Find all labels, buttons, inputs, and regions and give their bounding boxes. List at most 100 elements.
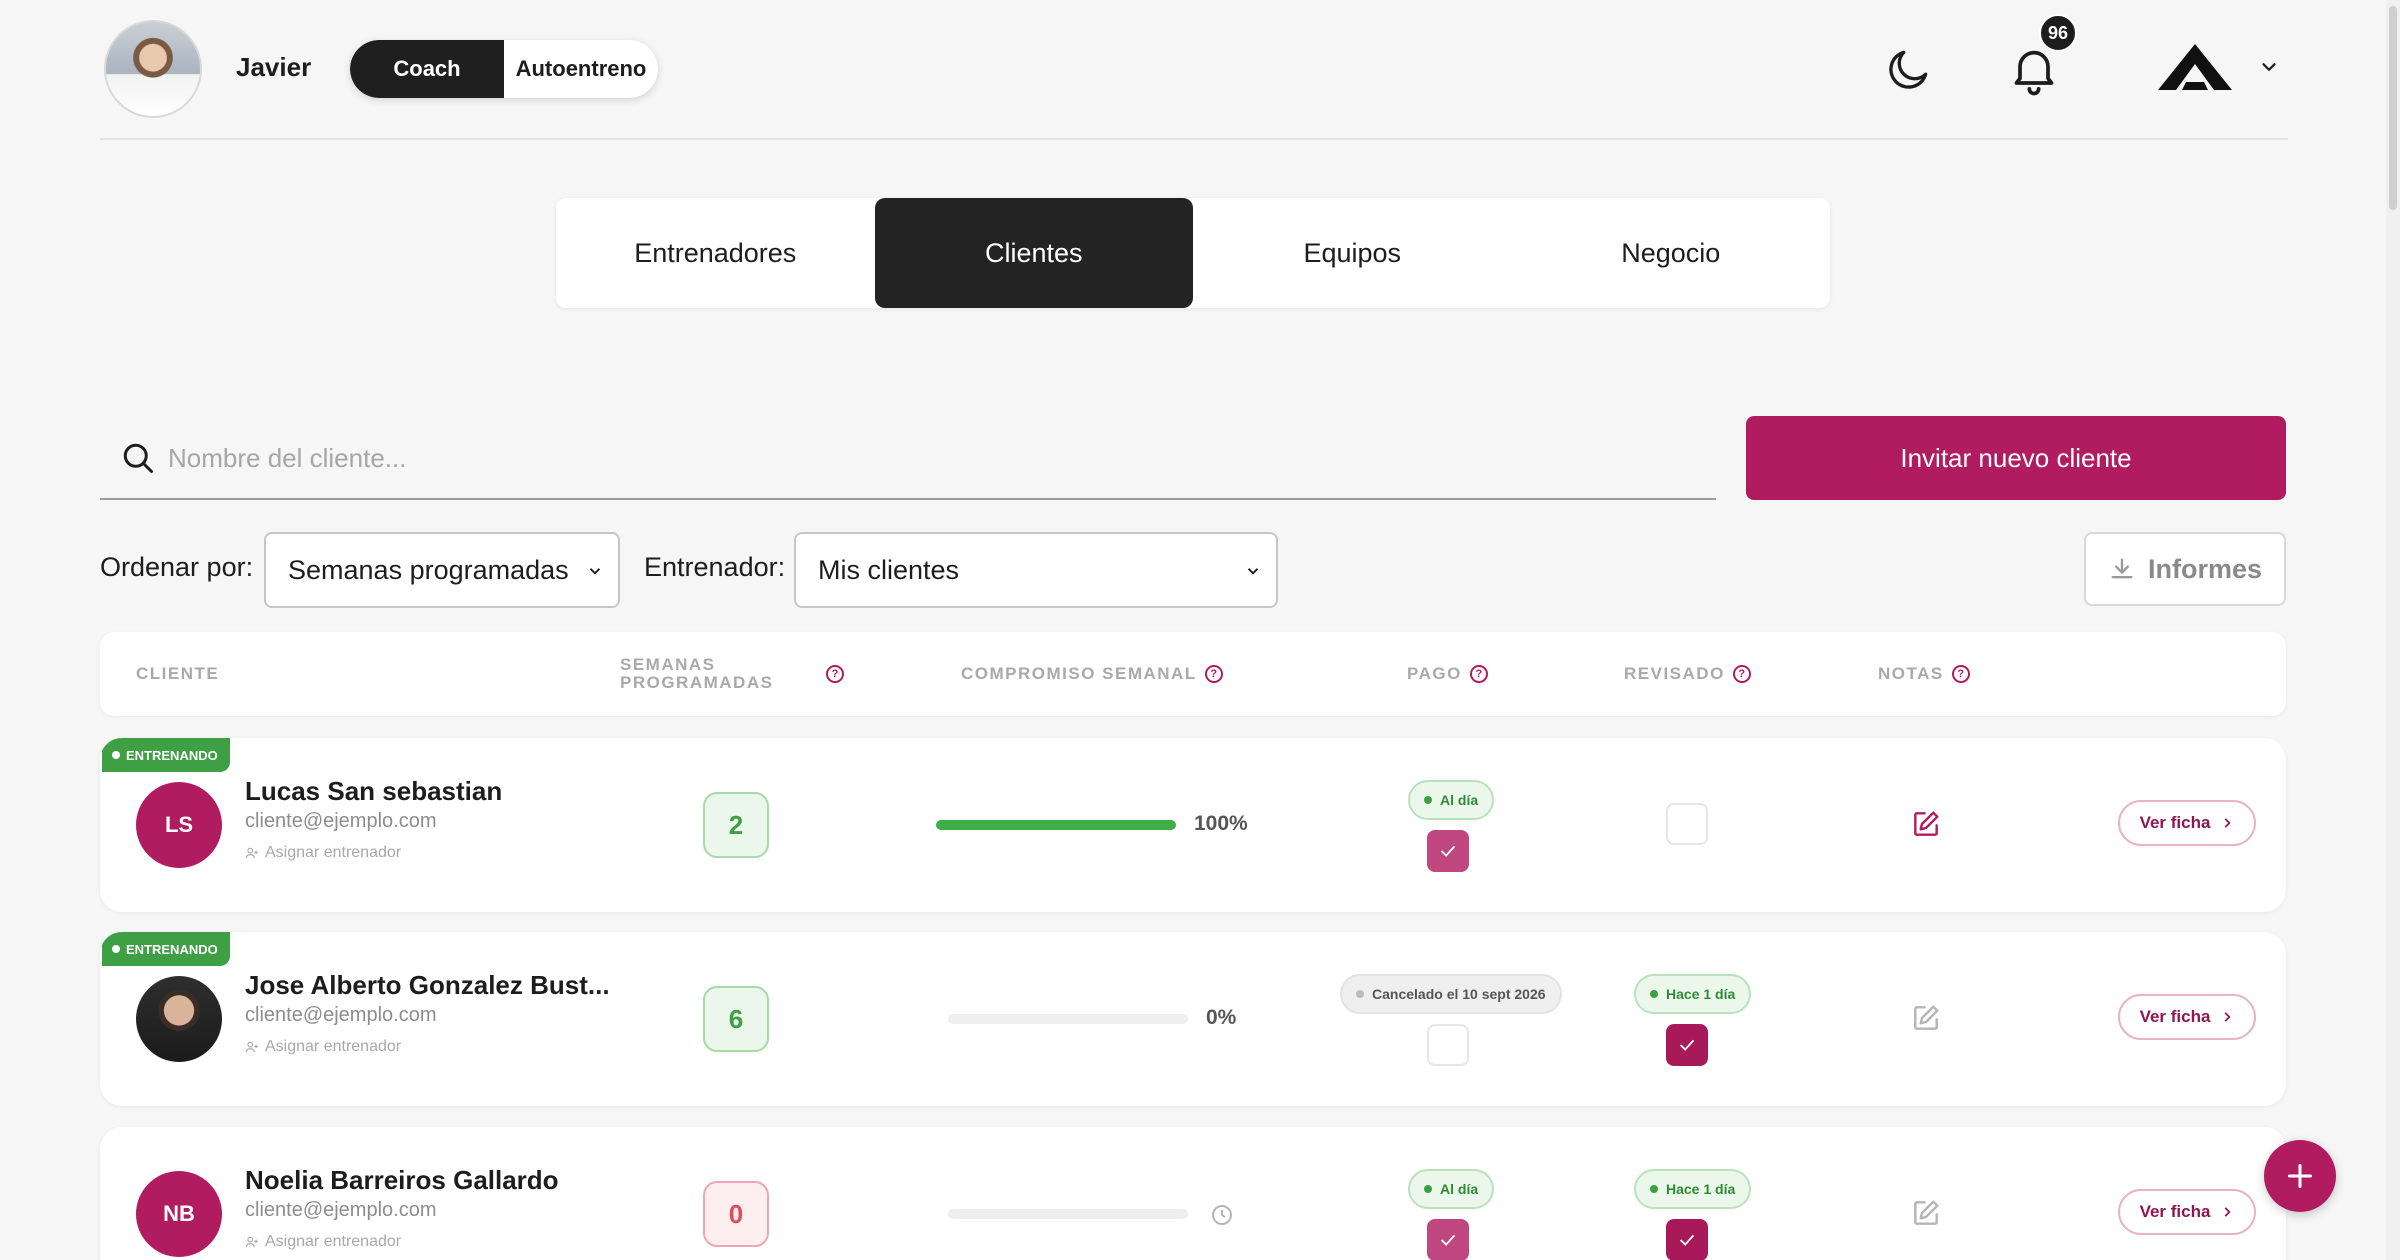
reviewed-status-label: Hace 1 día (1666, 986, 1736, 1002)
view-profile-button[interactable]: Ver ficha (2118, 1189, 2256, 1235)
client-email: cliente@ejemplo.com (245, 810, 437, 832)
tab-clientes[interactable]: Clientes (874, 198, 1193, 308)
th-weeks-line1: SEMANAS (620, 655, 716, 674)
tab-equipos[interactable]: Equipos (1193, 198, 1512, 308)
tab-negocio[interactable]: Negocio (1512, 198, 1831, 308)
table-row[interactable]: ENTRENANDO LS Lucas San sebastian client… (100, 738, 2286, 912)
user-plus-icon (245, 1041, 258, 1053)
payment-status-pill: Al día (1408, 1169, 1495, 1209)
reviewed-checkbox[interactable] (1666, 1024, 1708, 1066)
chevron-down-icon (1247, 568, 1259, 575)
trainer-select-value: Mis clientes (818, 554, 960, 585)
payment-status-pill: Al día (1408, 780, 1495, 820)
scrollbar-thumb[interactable] (2389, 6, 2397, 210)
table-row[interactable]: NB Noelia Barreiros Gallardo cliente@eje… (100, 1127, 2286, 1260)
th-client: CLIENTE (136, 664, 220, 683)
payment-checkbox[interactable] (1427, 830, 1469, 872)
user-avatar[interactable] (104, 20, 202, 118)
th-weeks: SEMANAS PROGRAMADAS (620, 656, 773, 692)
check-icon (1679, 1039, 1695, 1051)
edit-icon[interactable] (1910, 808, 1942, 840)
commitment-bar-fill (936, 820, 1176, 830)
sort-select-value: Semanas programadas (288, 554, 569, 585)
commitment-bar (936, 820, 1176, 830)
client-email: cliente@ejemplo.com (245, 1199, 437, 1221)
assign-trainer-link[interactable]: Asignar entrenador (245, 844, 401, 862)
clock-icon (1212, 1205, 1232, 1225)
th-reviewed-label: REVISADO (1624, 664, 1725, 683)
trainer-select[interactable]: Mis clientes (794, 532, 1278, 608)
reviewed-status-pill: Hace 1 día (1634, 1169, 1752, 1209)
status-badge: ENTRENANDO (102, 738, 230, 772)
moon-icon[interactable] (1884, 44, 1934, 94)
payment-status-pill: Cancelado el 10 sept 2026 (1340, 974, 1562, 1014)
edit-icon[interactable] (1910, 1197, 1942, 1229)
assign-trainer-label: Asignar entrenador (265, 1038, 402, 1055)
status-badge-label: ENTRENANDO (126, 941, 218, 957)
view-profile-button[interactable]: Ver ficha (2118, 994, 2256, 1040)
th-payment: PAGO ? (1407, 664, 1488, 684)
invite-client-button[interactable]: Invitar nuevo cliente (1746, 416, 2286, 500)
edit-icon[interactable] (1910, 1002, 1942, 1034)
weeks-count: 0 (703, 1181, 769, 1247)
user-plus-icon (245, 1236, 258, 1248)
chevron-down-icon (589, 568, 601, 575)
assign-trainer-link[interactable]: Asignar entrenador (245, 1038, 401, 1056)
mode-toggle[interactable]: Coach Autoentreno (350, 40, 658, 98)
th-reviewed: REVISADO ? (1624, 664, 1751, 684)
download-icon (2111, 558, 2133, 579)
payment-status-label: Cancelado el 10 sept 2026 (1372, 986, 1546, 1002)
commitment-bar (948, 1014, 1188, 1024)
th-commitment-label: COMPROMISO SEMANAL (961, 664, 1197, 683)
reviewed-checkbox[interactable] (1666, 803, 1708, 845)
search-input[interactable] (168, 430, 1688, 486)
sort-select[interactable]: Semanas programadas (264, 532, 620, 608)
commitment-bar (948, 1209, 1188, 1219)
view-profile-label: Ver ficha (2139, 813, 2211, 832)
mode-autoentreno-button[interactable]: Autoentreno (504, 40, 658, 98)
view-profile-label: Ver ficha (2139, 1007, 2211, 1026)
question-icon[interactable]: ? (826, 665, 844, 683)
payment-checkbox[interactable] (1427, 1219, 1469, 1260)
question-icon[interactable]: ? (1204, 665, 1223, 683)
plus-icon (2288, 1164, 2312, 1188)
assign-trainer-link[interactable]: Asignar entrenador (245, 1233, 401, 1251)
avatar: LS (136, 782, 222, 868)
chevron-down-icon[interactable] (2258, 56, 2280, 78)
client-name: Lucas San sebastian (245, 776, 503, 806)
commitment-percent: 100% (1194, 812, 1248, 835)
avatar: NB (136, 1171, 222, 1257)
reports-button[interactable]: Informes (2084, 532, 2286, 606)
th-payment-label: PAGO (1407, 664, 1462, 683)
search-icon (123, 443, 153, 473)
view-profile-button[interactable]: Ver ficha (2118, 800, 2256, 846)
client-name: Jose Alberto Gonzalez Bust... (245, 970, 610, 1000)
question-icon[interactable]: ? (1469, 665, 1488, 683)
logo-icon[interactable] (2156, 42, 2234, 92)
mode-coach-button[interactable]: Coach (350, 40, 504, 98)
th-commitment: COMPROMISO SEMANAL ? (961, 664, 1223, 684)
status-badge: ENTRENANDO (102, 932, 230, 966)
th-weeks-line2: PROGRAMADAS (620, 673, 774, 692)
check-icon (1440, 1234, 1456, 1246)
chevron-right-icon (2225, 1207, 2232, 1217)
table-row[interactable]: ENTRENANDO Jose Alberto Gonzalez Bust...… (100, 932, 2286, 1106)
weeks-count: 2 (703, 792, 769, 858)
reports-label: Informes (2147, 553, 2263, 584)
tab-entrenadores[interactable]: Entrenadores (556, 198, 875, 308)
payment-checkbox[interactable] (1427, 1024, 1469, 1066)
question-icon[interactable]: ? (1732, 665, 1751, 683)
main-tabs: Entrenadores Clientes Equipos Negocio (556, 198, 1830, 308)
assign-trainer-label: Asignar entrenador (265, 1233, 402, 1250)
payment-status-label: Al día (1440, 792, 1479, 808)
add-fab-button[interactable] (2264, 1140, 2336, 1212)
header-divider (100, 138, 2288, 140)
th-notes-label: NOTAS (1878, 664, 1944, 683)
payment-status-label: Al día (1440, 1181, 1479, 1197)
commitment-percent: 0% (1206, 1006, 1237, 1029)
question-icon[interactable]: ? (1951, 665, 1970, 683)
view-profile-label: Ver ficha (2139, 1202, 2211, 1221)
notifications-badge: 96 (2039, 14, 2077, 52)
user-name: Javier (236, 52, 312, 82)
reviewed-checkbox[interactable] (1666, 1219, 1708, 1260)
